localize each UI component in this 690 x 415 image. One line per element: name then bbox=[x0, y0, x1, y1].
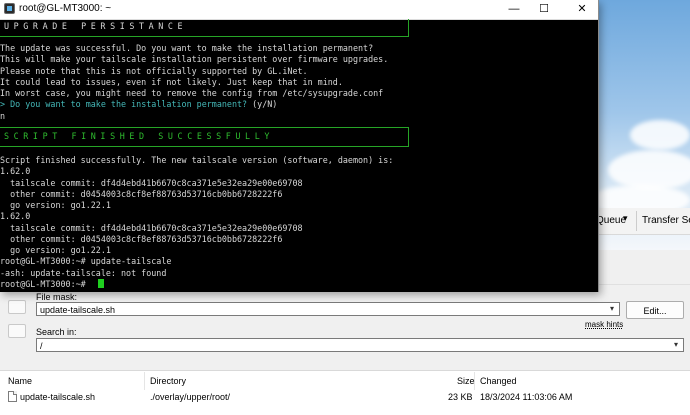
terminal-line: In worst case, you might need to remove … bbox=[0, 88, 384, 98]
file-icon bbox=[8, 391, 17, 402]
minimize-button[interactable]: — bbox=[500, 0, 528, 19]
terminal-line: Please note that this is not officially … bbox=[0, 65, 308, 76]
terminal-line: root@GL-MT3000:~# bbox=[0, 278, 91, 289]
prompt-choice: (y/N) bbox=[247, 99, 278, 110]
banner-script-finished: SCRIPT FINISHED SUCCESSFULLY bbox=[4, 131, 274, 141]
terminal-line: 1.62.0 bbox=[0, 211, 31, 222]
terminal-line: go version: go1.22.1 bbox=[0, 200, 111, 210]
maximize-button[interactable]: ☐ bbox=[530, 0, 558, 19]
terminal-line: root@GL-MT3000:~# update-tailscale bbox=[0, 256, 172, 267]
file-mask-value: update-tailscale.sh bbox=[40, 305, 116, 315]
search-in-input[interactable]: / ▾ bbox=[36, 338, 684, 352]
window-title: root@GL-MT3000: ~ bbox=[19, 3, 112, 14]
column-header-changed[interactable]: Changed bbox=[480, 376, 517, 386]
queue-dropdown-icon[interactable]: ▾ bbox=[623, 213, 628, 224]
column-header-name[interactable]: Name bbox=[8, 376, 32, 386]
transfer-settings-button[interactable]: Transfer Setti bbox=[642, 215, 690, 226]
close-button[interactable]: ✕ bbox=[568, 0, 596, 19]
terminal-line: The update was successful. Do you want t… bbox=[0, 43, 374, 53]
prompt-line: > Do you want to make the installation p… bbox=[0, 99, 277, 110]
chevron-down-icon[interactable]: ▾ bbox=[607, 303, 617, 315]
terminal-line: 1.62.0 bbox=[0, 166, 31, 177]
column-separator bbox=[144, 372, 145, 390]
banner-upgrade-persistance: UPGRADE PERSISTANCE bbox=[4, 21, 188, 31]
terminal-line: This will make your tailscale installati… bbox=[0, 54, 389, 65]
title-bar[interactable]: root@GL-MT3000: ~ — ☐ ✕ bbox=[0, 0, 598, 20]
result-changed: 18/3/2024 11:03:06 AM bbox=[480, 392, 573, 402]
terminal-line: other commit: d0454003c8cf8ef88763d53716… bbox=[0, 188, 283, 199]
terminal-line: tailscale commit: df4d4ebd41b6670c8ca371… bbox=[0, 177, 303, 188]
result-directory: ./overlay/upper/root/ bbox=[150, 392, 231, 402]
prompt-question: Do you want to make the installation per… bbox=[10, 99, 248, 110]
terminal-line: go version: go1.22.1 bbox=[0, 245, 111, 255]
queue-button[interactable]: Queue bbox=[596, 215, 626, 226]
search-in-label: Search in: bbox=[36, 327, 77, 337]
chevron-down-icon[interactable]: ▾ bbox=[671, 339, 681, 351]
file-mask-input[interactable]: update-tailscale.sh ▾ bbox=[36, 302, 620, 316]
prompt-marker: > bbox=[0, 99, 11, 110]
terminal-line: Script finished successfully. The new ta… bbox=[0, 155, 394, 165]
terminal-line: It could lead to issues, even if not lik… bbox=[0, 76, 343, 87]
terminal-line: n bbox=[0, 110, 6, 121]
results-list bbox=[0, 370, 690, 415]
column-header-directory[interactable]: Directory bbox=[150, 376, 186, 386]
terminal-cursor bbox=[98, 279, 104, 288]
result-size: 23 KB bbox=[448, 392, 473, 402]
edit-mask-button[interactable]: Edit... bbox=[626, 301, 684, 319]
result-name[interactable]: update-tailscale.sh bbox=[20, 392, 95, 402]
terminal-output[interactable]: UPGRADE PERSISTANCE The update was succe… bbox=[0, 19, 598, 292]
file-mask-label: File mask: bbox=[36, 292, 78, 302]
terminal-line: other commit: d0454003c8cf8ef88763d53716… bbox=[0, 233, 283, 244]
folder-icon bbox=[8, 324, 26, 338]
terminal-line: -ash: update-tailscale: not found bbox=[0, 267, 167, 278]
mask-hints-link[interactable]: mask hints bbox=[585, 320, 623, 329]
terminal-line: tailscale commit: df4d4ebd41b6670c8ca371… bbox=[0, 222, 303, 233]
terminal-icon bbox=[4, 3, 15, 14]
search-in-value: / bbox=[40, 341, 43, 351]
side-icons bbox=[4, 296, 30, 356]
toolbar-separator bbox=[636, 211, 637, 231]
background-toolbar: Queue ▾ Transfer Setti bbox=[590, 208, 690, 235]
folder-icon bbox=[8, 300, 26, 314]
column-header-size[interactable]: Size bbox=[457, 376, 475, 386]
